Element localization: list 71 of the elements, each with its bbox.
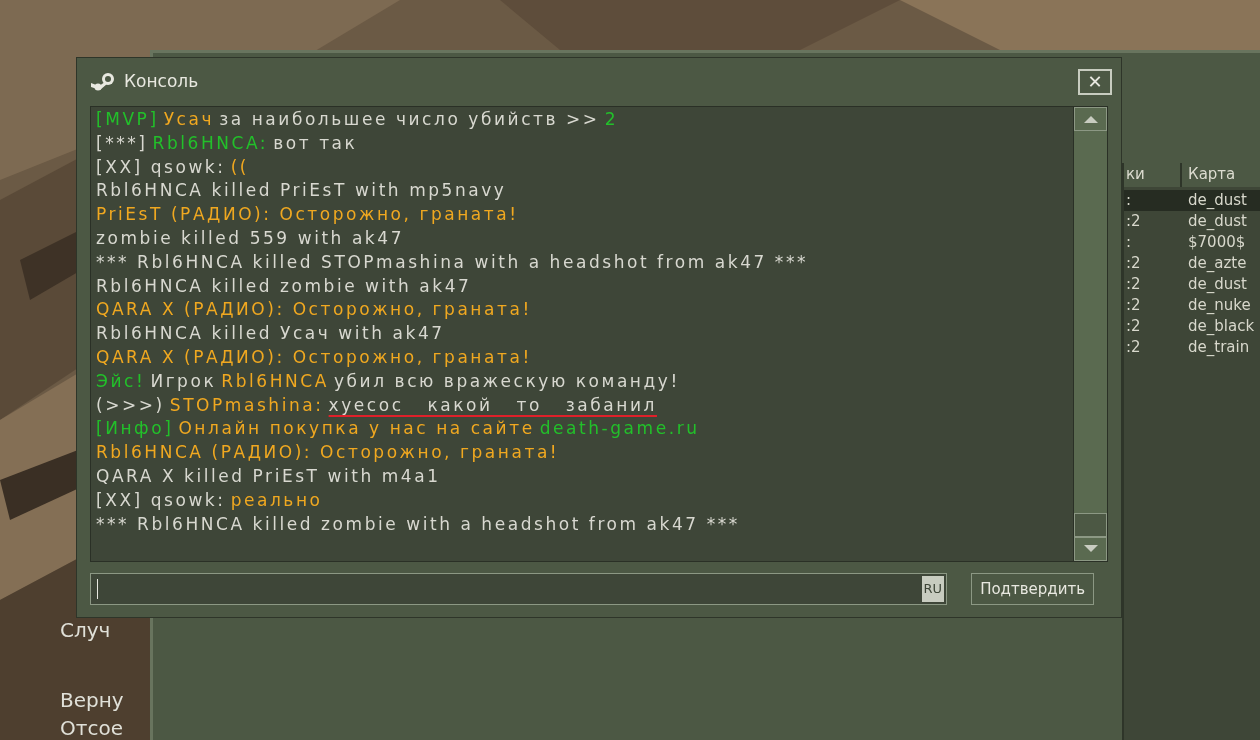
log-text: *** Rbl6HNCA killed zombie with a headshot from ak47 *** — [96, 512, 740, 536]
table-cell-text: $7000$ — [1187, 232, 1247, 254]
table-cell-text: :2 — [1125, 337, 1142, 359]
server-row[interactable]: :2 de_dust — [1124, 274, 1260, 295]
log-text: *** Rbl6HNCA killed STOPmashina with a headshot from ak47 *** — [96, 250, 808, 274]
table-cell-text: de_dust — [1187, 211, 1248, 233]
table-cell-text: de_black — [1187, 316, 1256, 338]
server-row[interactable]: :2 de_train — [1124, 337, 1260, 358]
table-cell-text: : — [1125, 232, 1133, 254]
table-cell-text: :2 — [1125, 316, 1142, 338]
log-text: Rbl6HNCA killed zombie with ak47 — [96, 274, 472, 298]
log-text: хуесос какой то забанил — [328, 393, 657, 417]
menu-item[interactable]: Верну — [60, 689, 124, 711]
log-text: за наибольшее число убийств >> — [219, 108, 600, 131]
table-cell-text: :2 — [1125, 295, 1142, 317]
log-text: Rbl6HNCA — [221, 369, 329, 393]
column-header[interactable]: Карта — [1182, 163, 1260, 187]
table-cell-text: de_dust — [1187, 190, 1248, 212]
table-cell-text: de_dust — [1187, 274, 1248, 296]
log-text: QARA X killed PriEsT with m4a1 — [96, 464, 441, 488]
table-cell-text: de_azte — [1187, 253, 1248, 275]
scroll-thumb[interactable] — [1074, 513, 1107, 537]
server-row[interactable]: :2 de_azte — [1124, 253, 1260, 274]
log-text: Усач — [163, 108, 215, 131]
log-text: Игрок — [150, 369, 217, 393]
log-text: (( — [230, 155, 249, 179]
language-indicator: RU — [921, 576, 945, 602]
log-text: zombie killed 559 with ak47 — [96, 227, 404, 250]
scroll-up-icon[interactable] — [1074, 107, 1107, 131]
server-row[interactable]: :2 de_black — [1124, 316, 1260, 337]
server-row[interactable]: : $7000$ — [1124, 232, 1260, 253]
log-text: вот так — [273, 131, 358, 155]
menu-item[interactable]: Случ — [60, 619, 111, 641]
table-cell-text: de_nuke — [1187, 295, 1252, 317]
log-text: (>>>) — [96, 393, 165, 417]
log-text: Rbl6HNCA: — [152, 131, 269, 155]
command-input[interactable]: RU — [90, 573, 948, 605]
log-text: [MVP] — [96, 108, 159, 131]
server-row[interactable]: :2 de_nuke — [1124, 295, 1260, 316]
log-text: [XX] qsowk: — [96, 155, 226, 179]
column-header[interactable]: ки — [1124, 163, 1182, 187]
server-row[interactable]: :2 de_dust — [1124, 211, 1260, 232]
submit-button[interactable]: Подтвердить — [971, 573, 1094, 605]
window-title: Консоль — [124, 70, 199, 94]
log-text: 2 — [604, 108, 619, 131]
log-text: QARA X (РАДИО): Осторожно, граната! — [96, 298, 532, 322]
log-text: реально — [230, 488, 323, 512]
log-text: [XX] qsowk: — [96, 488, 226, 512]
log-text: Rbl6HNCA killed Усач with ak47 — [96, 322, 445, 346]
log-text: Rbl6HNCA killed PriEsT with mp5navy — [96, 179, 507, 203]
log-text: [Инфо] — [96, 417, 174, 441]
log-text: Эйс! — [96, 369, 146, 393]
log-text: убил всю вражескую команду! — [333, 369, 680, 393]
close-button[interactable]: ✕ — [1078, 69, 1112, 95]
table-cell-text: :2 — [1125, 274, 1142, 296]
menu-item[interactable]: Отсое — [60, 717, 123, 739]
table-cell-text: : — [1125, 190, 1133, 212]
scrollbar[interactable] — [1073, 107, 1107, 561]
log-text: [***] — [96, 131, 148, 155]
log-text: PriEsT (РАДИО): Осторожно, граната! — [96, 203, 519, 227]
steam-icon — [90, 71, 116, 93]
server-row[interactable]: : de_dust — [1124, 190, 1260, 211]
log-text: QARA X (РАДИО): Осторожно, граната! — [96, 345, 532, 369]
table-cell-text: :2 — [1125, 253, 1142, 275]
scroll-down-icon[interactable] — [1074, 537, 1107, 561]
table-cell-text: :2 — [1125, 211, 1142, 233]
table-cell-text: de_train — [1187, 337, 1251, 359]
log-text: death-game.ru — [539, 417, 700, 441]
log-text: STOPmashina: — [169, 393, 324, 417]
log-text: Онлайн покупка у нас на сайте — [178, 417, 535, 441]
log-text: Rbl6HNCA (РАДИО): Осторожно, граната! — [96, 441, 560, 465]
